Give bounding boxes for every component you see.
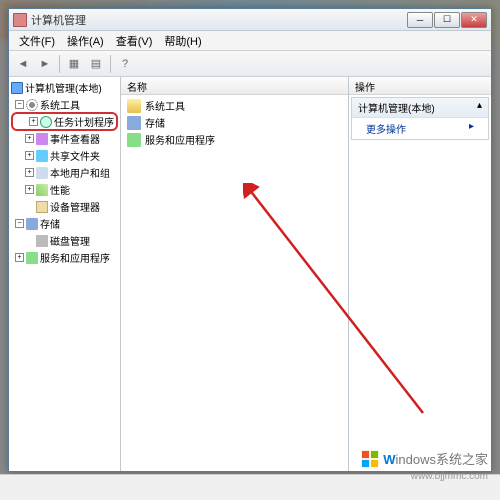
maximize-button[interactable]: ☐	[434, 12, 460, 28]
tree-services-apps[interactable]: + 服务和应用程序	[11, 249, 118, 266]
list-body[interactable]: 系统工具 存储 服务和应用程序	[121, 95, 348, 471]
chevron-up-icon[interactable]: ▴	[477, 100, 482, 115]
properties-button[interactable]: ▤	[86, 54, 106, 74]
expand-icon[interactable]: +	[25, 151, 34, 160]
actions-header: 操作	[349, 77, 491, 95]
close-button[interactable]: ✕	[461, 12, 487, 28]
collapse-icon[interactable]: −	[15, 219, 24, 228]
menu-action[interactable]: 操作(A)	[61, 31, 110, 51]
tree-panel[interactable]: 计算机管理(本地) − 系统工具 + 任务计划程序 + 事件查看器	[9, 77, 121, 471]
chevron-right-icon: ▸	[469, 121, 474, 132]
menu-file[interactable]: 文件(F)	[13, 31, 61, 51]
list-item[interactable]: 存储	[123, 114, 346, 131]
app-icon	[26, 252, 38, 264]
expand-icon[interactable]: +	[25, 168, 34, 177]
tree-storage[interactable]: − 存储	[11, 215, 118, 232]
perf-icon	[36, 184, 48, 196]
tree-device-manager[interactable]: 设备管理器	[11, 198, 118, 215]
users-icon	[36, 167, 48, 179]
folder-icon	[127, 99, 141, 113]
storage-icon	[26, 218, 38, 230]
help-button[interactable]: ?	[115, 54, 135, 74]
watermark: Windows系统之家	[361, 449, 488, 468]
tree-performance[interactable]: + 性能	[11, 181, 118, 198]
menu-view[interactable]: 查看(V)	[110, 31, 159, 51]
device-icon	[36, 201, 48, 213]
window-title: 计算机管理	[31, 12, 407, 28]
menubar: 文件(F) 操作(A) 查看(V) 帮助(H)	[9, 31, 491, 51]
toolbar: ◄ ► ▦ ▤ ?	[9, 51, 491, 77]
actions-section-title[interactable]: 计算机管理(本地) ▴	[352, 98, 488, 118]
tree-disk-mgmt[interactable]: 磁盘管理	[11, 232, 118, 249]
show-hide-tree-button[interactable]: ▦	[64, 54, 84, 74]
app-icon	[127, 133, 141, 147]
event-icon	[36, 133, 48, 145]
more-actions-link[interactable]: 更多操作 ▸	[352, 118, 488, 139]
storage-icon	[127, 116, 141, 130]
disk-icon	[36, 235, 48, 247]
tools-icon	[26, 99, 38, 111]
tree-root[interactable]: 计算机管理(本地)	[11, 79, 118, 96]
list-item[interactable]: 服务和应用程序	[123, 131, 346, 148]
minimize-button[interactable]: ─	[407, 12, 433, 28]
back-button[interactable]: ◄	[13, 54, 33, 74]
tree-local-users[interactable]: + 本地用户和组	[11, 164, 118, 181]
expand-icon[interactable]: +	[25, 185, 34, 194]
watermark-brand: Windows系统之家	[383, 449, 488, 468]
tree-shared-folders[interactable]: + 共享文件夹	[11, 147, 118, 164]
list-item[interactable]: 系统工具	[123, 97, 346, 114]
expand-icon[interactable]: +	[15, 253, 24, 262]
tree-task-scheduler[interactable]: + 任务计划程序	[11, 112, 118, 131]
computer-icon	[11, 82, 23, 94]
expand-icon[interactable]: +	[25, 134, 34, 143]
app-icon	[13, 13, 27, 27]
forward-button[interactable]: ►	[35, 54, 55, 74]
collapse-icon[interactable]: −	[15, 100, 24, 109]
titlebar[interactable]: 计算机管理 ─ ☐ ✕	[9, 9, 491, 31]
list-column-header[interactable]: 名称	[121, 77, 348, 95]
mmc-window: 计算机管理 ─ ☐ ✕ 文件(F) 操作(A) 查看(V) 帮助(H) ◄ ► …	[8, 8, 492, 472]
tree-event-viewer[interactable]: + 事件查看器	[11, 130, 118, 147]
watermark-url: www.bjjmmc.com	[411, 471, 488, 482]
actions-section: 计算机管理(本地) ▴ 更多操作 ▸	[351, 97, 489, 140]
expand-icon[interactable]: +	[29, 117, 38, 126]
tree-system-tools[interactable]: − 系统工具	[11, 96, 118, 113]
actions-panel: 操作 计算机管理(本地) ▴ 更多操作 ▸	[349, 77, 491, 471]
shared-icon	[36, 150, 48, 162]
clock-icon	[40, 116, 52, 128]
windows-logo-icon	[361, 450, 379, 468]
list-panel: 名称 系统工具 存储 服务和应用程序	[121, 77, 349, 471]
content-area: 计算机管理(本地) − 系统工具 + 任务计划程序 + 事件查看器	[9, 77, 491, 471]
menu-help[interactable]: 帮助(H)	[158, 31, 207, 51]
